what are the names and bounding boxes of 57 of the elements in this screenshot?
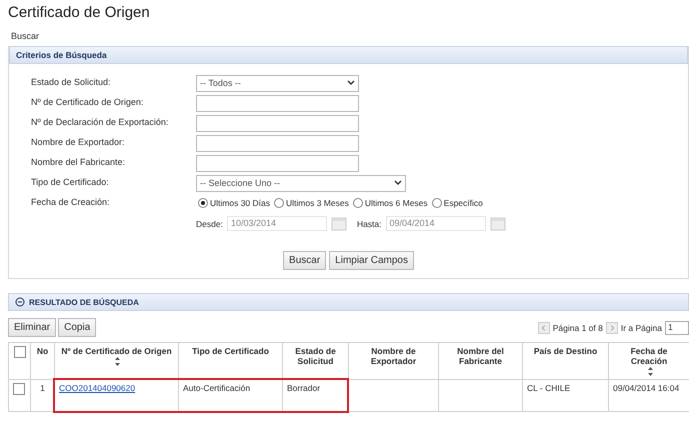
field-label: Nº de Declaración de Exportación: <box>31 117 170 127</box>
column-header: Estado de Solicitud <box>294 346 337 366</box>
radio-button[interactable] <box>432 198 442 208</box>
column-header: País de Destino <box>534 346 598 356</box>
sort-icon[interactable] <box>646 367 654 376</box>
column-header: No <box>36 346 48 356</box>
section-header: Criterios de Búsqueda <box>9 46 688 64</box>
next-page-icon[interactable] <box>606 322 618 334</box>
input-field[interactable] <box>196 134 359 152</box>
column-header: Nombre de Exportador <box>370 346 418 366</box>
table-cell: CL - CHILE <box>527 383 570 394</box>
page-title: Certificado de Origen <box>8 4 151 21</box>
field-label: Tipo de Certificado: <box>31 177 110 187</box>
collapse-icon[interactable] <box>15 297 25 307</box>
caret-icon[interactable] <box>347 80 355 86</box>
radio-label: Ultimos 30 Días <box>210 198 270 208</box>
date-field[interactable]: 10/03/2014 <box>226 216 327 231</box>
table-cell: 09/04/2014 16:04 <box>613 383 680 394</box>
input-field[interactable] <box>196 114 359 132</box>
table-cell-text: 1 <box>39 383 46 394</box>
delete-button[interactable]: Eliminar <box>8 318 56 337</box>
input-field[interactable] <box>196 94 359 112</box>
radio-button[interactable] <box>198 198 208 208</box>
field-label: Nombre de Exportador: <box>31 137 126 147</box>
checkbox[interactable] <box>14 346 26 358</box>
field-label: Estado de Solicitud: <box>31 77 112 87</box>
page-input[interactable]: 1 <box>665 320 689 334</box>
breadcrumb-link[interactable]: Buscar <box>11 31 40 41</box>
field-label: Nombre del Fabricante: <box>31 157 126 167</box>
search-button[interactable]: Buscar <box>283 251 326 270</box>
input-field[interactable] <box>196 154 359 172</box>
section-title: RESULTADO DE BÚSQUEDA <box>29 298 139 306</box>
radio-label: Ultimos 3 Meses <box>286 198 349 208</box>
copy-button[interactable]: Copia <box>58 318 96 337</box>
column-header: Nombre del Fabricante <box>456 346 505 366</box>
field-label: Desde: <box>196 218 223 228</box>
previous-page-icon[interactable] <box>538 322 550 334</box>
radio-button[interactable] <box>274 198 284 208</box>
page-indicator: Página 1 of 8 <box>552 322 603 332</box>
field-label: Hasta: <box>356 218 382 228</box>
column-header: Tipo de Certificado <box>192 346 269 356</box>
dropdown[interactable]: -- Todos -- <box>196 74 359 92</box>
clear-button[interactable]: Limpiar Campos <box>329 251 414 270</box>
goto-label: Ir a Página <box>620 322 662 332</box>
date-field[interactable]: 09/04/2014 <box>386 216 486 231</box>
radio-label: Ultimos 6 Meses <box>364 198 428 208</box>
radio-button[interactable] <box>352 198 363 208</box>
field-label: Nº de Certificado de Origen: <box>31 97 144 107</box>
dropdown[interactable]: -- Seleccione Uno -- <box>196 174 406 192</box>
table-cell: Borrador <box>287 383 320 394</box>
caret-icon[interactable] <box>394 180 402 186</box>
field-label: Fecha de Creación: <box>31 197 111 207</box>
checkbox[interactable] <box>13 383 25 396</box>
certificate-link[interactable]: COO201404090620 <box>59 383 136 394</box>
sort-icon[interactable] <box>114 357 121 366</box>
radio-label: Específico <box>444 198 483 208</box>
table-cell: Auto-Certificación <box>183 383 250 394</box>
